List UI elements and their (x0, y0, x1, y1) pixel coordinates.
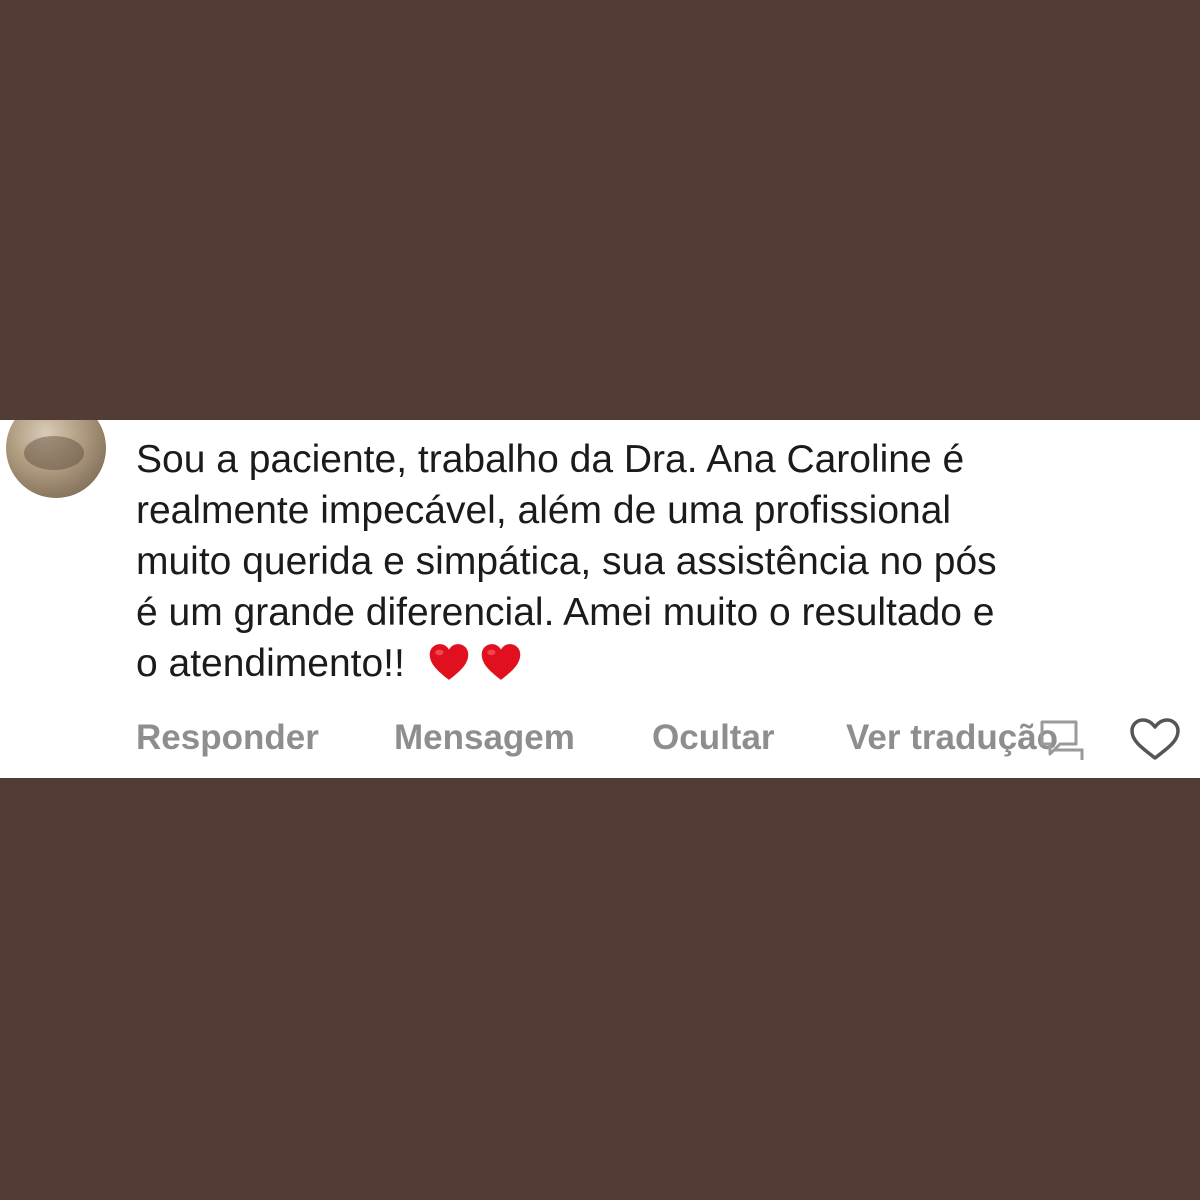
comment-card: Sou a paciente, trabalho da Dra. Ana Car… (0, 420, 1200, 778)
hide-button[interactable]: Ocultar (652, 716, 775, 760)
comment-text: Sou a paciente, trabalho da Dra. Ana Car… (136, 434, 1186, 689)
see-translation-button[interactable]: Ver tradução (846, 716, 1058, 760)
reply-button[interactable]: Responder (136, 716, 319, 760)
like-heart-icon[interactable] (1128, 716, 1182, 762)
avatar[interactable] (6, 420, 106, 498)
translate-overlay-icon (1040, 720, 1084, 760)
emoji-row (405, 642, 523, 685)
red-heart-emoji-icon (481, 644, 521, 680)
comment-actions: Responder Mensagem Ocultar Ver tradução (136, 716, 1186, 766)
red-heart-emoji-icon (429, 644, 469, 680)
message-button[interactable]: Mensagem (394, 716, 575, 760)
comment-body: Sou a paciente, trabalho da Dra. Ana Car… (136, 438, 997, 685)
